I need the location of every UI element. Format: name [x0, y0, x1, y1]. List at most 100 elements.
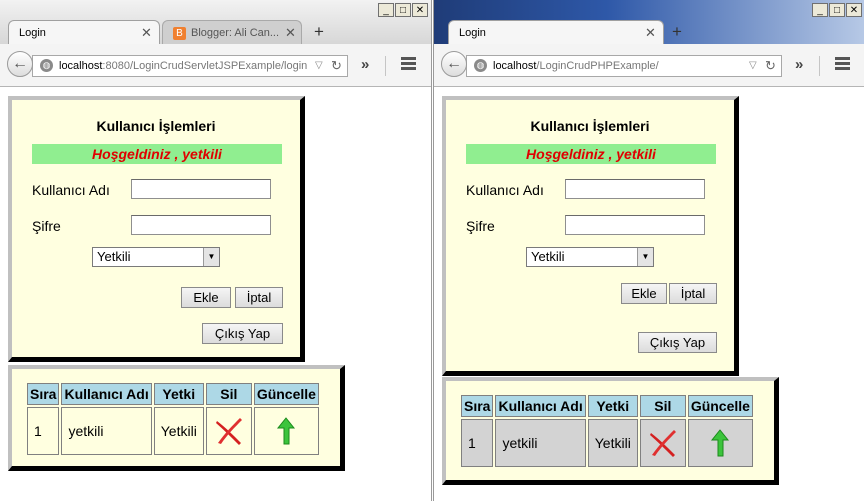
cell-kullanici: yetkili — [495, 419, 586, 467]
url-path: :8080/LoginCrudServletJSPExample/login — [102, 60, 308, 72]
role-select[interactable]: Yetkili ▼ — [92, 247, 220, 267]
navigation-bar: ◍ localhost/LoginCrudPHPExample/ ▽ ↻ ← » — [434, 44, 864, 87]
role-select[interactable]: Yetkili ▼ — [526, 247, 654, 267]
header-sira: Sıra — [461, 395, 494, 417]
page-title: Kullanıcı İşlemleri — [530, 118, 650, 134]
header-sil: Sil — [639, 395, 686, 417]
password-input[interactable] — [565, 215, 705, 235]
users-table: Sıra Kullanıcı Adı Yetki Sil Güncelle 1 … — [459, 393, 755, 469]
menu-icon[interactable] — [835, 57, 850, 70]
add-button[interactable]: Ekle — [181, 287, 231, 308]
cancel-button[interactable]: İptal — [235, 287, 283, 308]
url-dropdown-icon[interactable]: ▽ — [749, 56, 757, 76]
url-bar[interactable]: ◍ localhost/LoginCrudPHPExample/ ▽ ↻ — [466, 55, 782, 77]
tab-close-icon[interactable]: ✕ — [285, 21, 296, 45]
globe-icon: ◍ — [474, 59, 487, 72]
url-host: localhost — [493, 60, 537, 72]
cell-sira: 1 — [27, 407, 60, 455]
role-select-value: Yetkili — [531, 249, 565, 264]
update-arrow-icon[interactable] — [276, 417, 296, 445]
url-host: localhost — [59, 60, 103, 72]
close-window-icon[interactable]: ✕ — [846, 3, 862, 17]
update-arrow-icon[interactable] — [710, 429, 730, 457]
tab-label: Blogger: Ali Can... — [191, 27, 280, 39]
divider — [819, 56, 820, 76]
back-icon[interactable]: ← — [441, 51, 467, 77]
chevron-down-icon: ▼ — [203, 248, 219, 266]
reload-icon[interactable]: ↻ — [765, 56, 776, 76]
users-table-panel: Sıra Kullanıcı Adı Yetki Sil Güncelle 1 … — [8, 365, 345, 471]
username-input[interactable] — [131, 179, 271, 199]
overflow-chevron-icon[interactable]: » — [795, 56, 803, 73]
username-label: Kullanıcı Adı — [32, 182, 110, 198]
welcome-banner: Hoşgeldiniz , yetkili — [32, 144, 282, 164]
header-guncelle: Güncelle — [687, 395, 753, 417]
page-title: Kullanıcı İşlemleri — [96, 118, 216, 134]
password-label: Şifre — [32, 218, 61, 234]
header-kullanici-adi: Kullanıcı Adı — [61, 383, 152, 405]
cell-guncelle — [253, 407, 319, 455]
cell-guncelle — [687, 419, 753, 467]
tab-close-icon[interactable]: ✕ — [645, 21, 656, 45]
welcome-banner: Hoşgeldiniz , yetkili — [466, 144, 716, 164]
title-bar: _ □ ✕ Login ✕ + — [434, 0, 864, 44]
close-window-icon[interactable]: ✕ — [412, 3, 428, 17]
header-sira: Sıra — [27, 383, 60, 405]
browser-window-php: _ □ ✕ Login ✕ + ◍ localhost/LoginCrudPHP… — [433, 0, 864, 501]
new-tab-icon[interactable]: + — [672, 21, 682, 43]
users-table: Sıra Kullanıcı Adı Yetki Sil Güncelle 1 … — [25, 381, 321, 457]
add-button[interactable]: Ekle — [621, 283, 667, 304]
logout-button[interactable]: Çıkış Yap — [638, 332, 717, 353]
maximize-icon[interactable]: □ — [829, 3, 845, 17]
header-yetki: Yetki — [587, 395, 638, 417]
tab-close-icon[interactable]: ✕ — [141, 21, 152, 45]
browser-window-servlet: _ □ ✕ Login ✕ B Blogger: Ali Can... ✕ + ◍… — [0, 0, 432, 501]
cell-sil — [205, 407, 252, 455]
tab-login[interactable]: Login ✕ — [448, 20, 664, 44]
header-yetki: Yetki — [153, 383, 204, 405]
role-select-value: Yetkili — [97, 249, 131, 264]
title-bar: _ □ ✕ Login ✕ B Blogger: Ali Can... ✕ + — [0, 0, 431, 44]
tab-label: Login — [459, 27, 486, 39]
back-icon[interactable]: ← — [7, 51, 33, 77]
url-bar[interactable]: ◍ localhost:8080/LoginCrudServletJSPExam… — [32, 55, 348, 77]
url-dropdown-icon[interactable]: ▽ — [315, 56, 323, 76]
globe-icon: ◍ — [40, 59, 53, 72]
logout-button[interactable]: Çıkış Yap — [202, 323, 283, 344]
url-path: /LoginCrudPHPExample/ — [536, 60, 659, 72]
delete-icon[interactable] — [213, 415, 245, 447]
minimize-icon[interactable]: _ — [812, 3, 828, 17]
cell-yetki: Yetkili — [153, 407, 204, 455]
delete-icon[interactable] — [647, 427, 679, 459]
minimize-icon[interactable]: _ — [378, 3, 394, 17]
tab-blogger[interactable]: B Blogger: Ali Can... ✕ — [162, 20, 302, 44]
table-header-row: Sıra Kullanıcı Adı Yetki Sil Güncelle — [27, 383, 319, 405]
cell-kullanici: yetkili — [61, 407, 152, 455]
new-tab-icon[interactable]: + — [314, 21, 324, 43]
chevron-down-icon: ▼ — [637, 248, 653, 266]
cell-yetki: Yetkili — [587, 419, 638, 467]
cell-sil — [639, 419, 686, 467]
table-header-row: Sıra Kullanıcı Adı Yetki Sil Güncelle — [461, 395, 753, 417]
users-table-panel: Sıra Kullanıcı Adı Yetki Sil Güncelle 1 … — [442, 377, 779, 485]
table-row: 1 yetkili Yetkili — [461, 419, 753, 467]
cancel-button[interactable]: İptal — [669, 283, 717, 304]
password-input[interactable] — [131, 215, 271, 235]
menu-icon[interactable] — [401, 57, 416, 70]
tab-label: Login — [19, 27, 46, 39]
username-input[interactable] — [565, 179, 705, 199]
header-guncelle: Güncelle — [253, 383, 319, 405]
login-panel: Kullanıcı İşlemleri Hoşgeldiniz , yetkil… — [442, 96, 739, 376]
tab-login[interactable]: Login ✕ — [8, 20, 160, 44]
reload-icon[interactable]: ↻ — [331, 56, 342, 76]
divider — [385, 56, 386, 76]
overflow-chevron-icon[interactable]: » — [361, 56, 369, 73]
window-controls: _ □ ✕ — [378, 3, 428, 17]
maximize-icon[interactable]: □ — [395, 3, 411, 17]
navigation-bar: ◍ localhost:8080/LoginCrudServletJSPExam… — [0, 44, 431, 87]
blogger-icon: B — [173, 26, 186, 40]
login-panel: Kullanıcı İşlemleri Hoşgeldiniz , yetkil… — [8, 96, 305, 362]
username-label: Kullanıcı Adı — [466, 182, 544, 198]
table-row: 1 yetkili Yetkili — [27, 407, 319, 455]
header-sil: Sil — [205, 383, 252, 405]
